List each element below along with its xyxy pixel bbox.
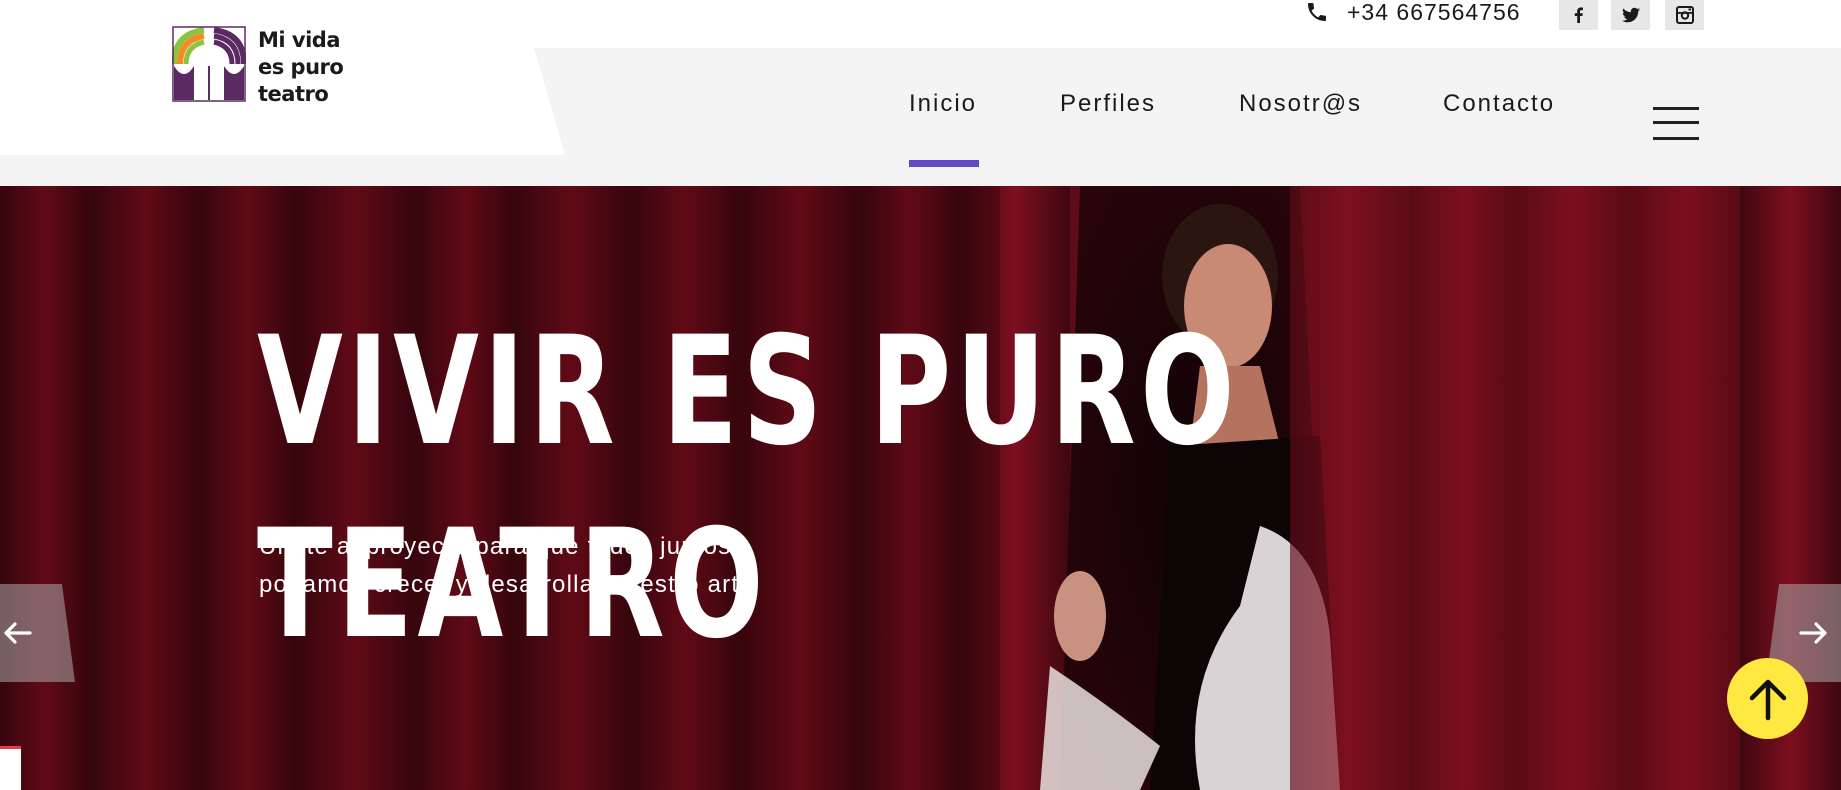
hero-subtitle-line: podamos crecer y desarrollar nuestro art… (259, 571, 754, 598)
instagram-link[interactable] (1665, 0, 1704, 30)
arrow-right-icon (1799, 622, 1827, 644)
scroll-to-top-button[interactable] (1727, 658, 1808, 739)
phone-link[interactable]: +34 667564756 (1305, 0, 1521, 25)
main-nav: Inicio Perfiles Nosotr@s Contacto (0, 90, 1841, 130)
logo-line: Mi vida (258, 28, 341, 52)
facebook-icon (1574, 7, 1583, 23)
phone-number: +34 667564756 (1347, 0, 1521, 25)
nav-item-inicio[interactable]: Inicio (909, 90, 977, 118)
instagram-icon (1675, 6, 1694, 24)
hero-title: VIVIR ES PURO TEATRO (257, 296, 1239, 682)
facebook-link[interactable] (1559, 0, 1598, 30)
slider-prev-button[interactable] (0, 584, 75, 682)
hero-subtitle-line: Únete al proyecto para que todos juntos (259, 533, 732, 560)
page: Mi vida es puro teatro +34 667564756 Ini… (0, 0, 1841, 790)
hamburger-line (1653, 137, 1699, 140)
twitter-link[interactable] (1611, 0, 1650, 30)
arrow-left-icon (4, 622, 32, 644)
hamburger-line (1653, 121, 1699, 124)
hero-subtitle: Únete al proyecto para que todos juntos … (259, 528, 839, 604)
nav-item-nosotros[interactable]: Nosotr@s (1239, 90, 1362, 118)
phone-icon (1308, 3, 1326, 21)
hamburger-line (1653, 107, 1699, 110)
hero-slider: VIVIR ES PURO TEATRO (0, 186, 1841, 790)
active-nav-indicator (909, 160, 979, 167)
nav-item-perfiles[interactable]: Perfiles (1060, 90, 1156, 118)
arrow-up-icon (1749, 679, 1786, 720)
twitter-icon (1621, 7, 1640, 23)
hero-title-line: VIVIR ES PURO (257, 305, 1239, 479)
nav-item-contacto[interactable]: Contacto (1443, 90, 1555, 118)
logo-line: es puro (258, 55, 344, 79)
corner-widget[interactable] (0, 746, 21, 790)
hamburger-menu-icon[interactable] (1653, 107, 1699, 143)
